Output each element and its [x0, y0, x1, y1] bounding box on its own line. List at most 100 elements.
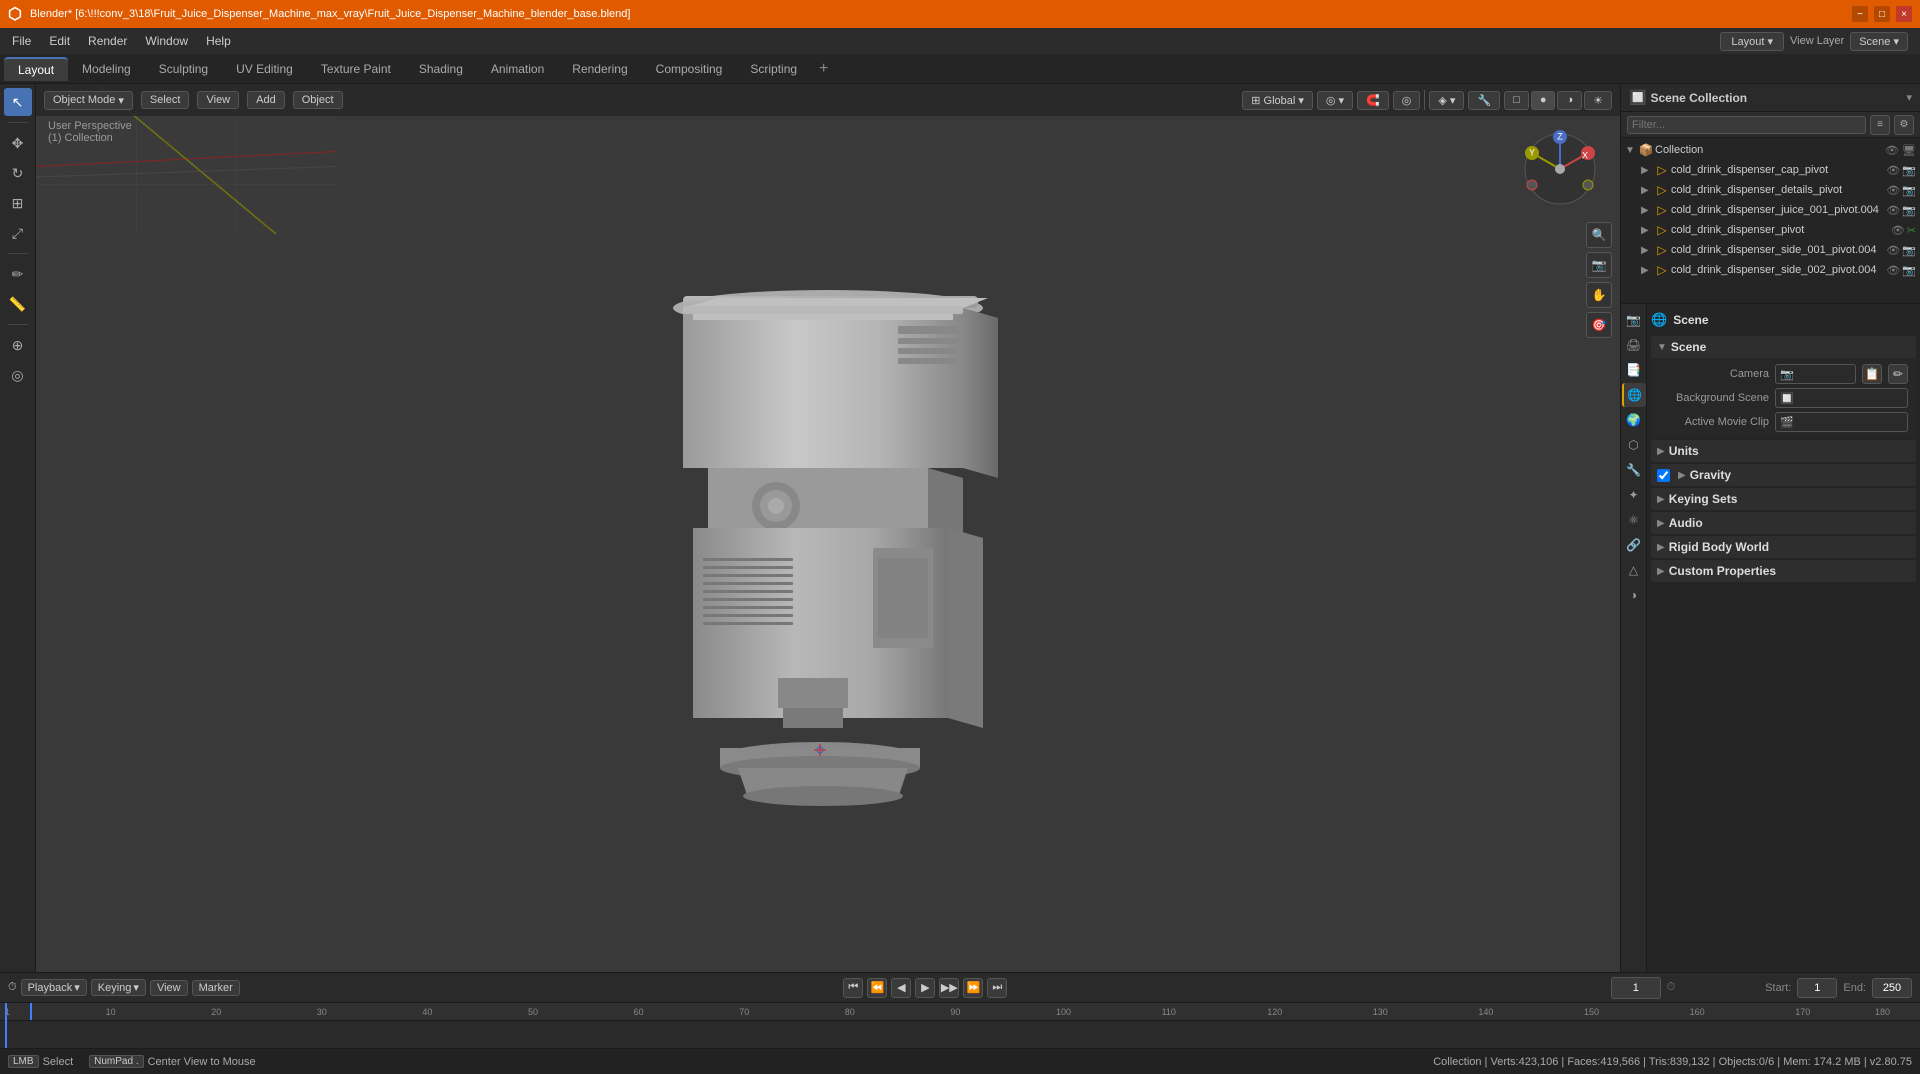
outliner-item-collection[interactable]: ▼ 📦 Collection 👁 🖥 [1621, 140, 1920, 160]
mode-select[interactable]: Object Mode ▾ [44, 91, 133, 110]
jump-start[interactable]: ⏮ [843, 978, 863, 998]
props-tab-object[interactable]: ⬡ [1622, 433, 1646, 457]
tab-sculpting[interactable]: Sculpting [145, 58, 222, 80]
menu-help[interactable]: Help [198, 32, 239, 50]
vis-render-1[interactable]: 📷 [1902, 184, 1916, 197]
props-tab-particles[interactable]: ✦ [1622, 483, 1646, 507]
vis-eye-1[interactable]: 👁 [1886, 184, 1900, 197]
vis-render-5[interactable]: 📷 [1902, 264, 1916, 277]
bg-scene-value[interactable]: 🔲 [1775, 388, 1908, 408]
jump-end[interactable]: ⏭ [987, 978, 1007, 998]
props-gravity-header[interactable]: ▶ Gravity [1651, 464, 1916, 486]
menu-window[interactable]: Window [137, 32, 196, 50]
camera-value[interactable]: 📷 [1775, 364, 1856, 384]
tab-add-button[interactable]: + [811, 56, 836, 82]
outliner-search[interactable] [1627, 116, 1866, 134]
props-tab-physics[interactable]: ⚛ [1622, 508, 1646, 532]
vis-render-3[interactable]: ✂ [1907, 224, 1916, 237]
props-tab-material[interactable]: ◑ [1622, 583, 1646, 607]
wireframe-mode[interactable]: □ [1504, 91, 1529, 110]
props-tab-data[interactable]: △ [1622, 558, 1646, 582]
material-mode[interactable]: ◑ [1557, 91, 1582, 110]
tab-modeling[interactable]: Modeling [68, 58, 145, 80]
props-tab-modifiers[interactable]: 🔧 [1622, 458, 1646, 482]
viewport-object-button[interactable]: Object [293, 91, 343, 109]
outliner-item-2[interactable]: ▶ ▷ cold_drink_dispenser_juice_001_pivot… [1621, 200, 1920, 220]
props-units-header[interactable]: ▶ Units [1651, 440, 1916, 462]
vis-render-2[interactable]: 📷 [1902, 204, 1916, 217]
outliner-filter[interactable]: ▾ [1906, 91, 1912, 104]
props-tab-output[interactable]: 🖨 [1622, 333, 1646, 357]
tool-add[interactable]: ⊕ [4, 331, 32, 359]
outliner-filter-btn[interactable]: ≡ [1870, 115, 1890, 135]
playback-button[interactable]: Playback ▾ [21, 979, 87, 996]
tool-select[interactable]: ↖ [4, 88, 32, 116]
props-custom-props-header[interactable]: ▶ Custom Properties [1651, 560, 1916, 582]
layout-dropdown[interactable]: Layout ▾ [1720, 32, 1784, 51]
global-transform[interactable]: ⊞ Global ▾ [1242, 91, 1313, 110]
props-keying-header[interactable]: ▶ Keying Sets [1651, 488, 1916, 510]
props-tab-viewlayer[interactable]: 📑 [1622, 358, 1646, 382]
tab-texture-paint[interactable]: Texture Paint [307, 58, 405, 80]
tool-rotate[interactable]: ↻ [4, 159, 32, 187]
timeline-body[interactable] [0, 1021, 1920, 1048]
pivot-point[interactable]: ◎ ▾ [1317, 91, 1353, 110]
vis-eye-3[interactable]: 👁 [1891, 224, 1905, 237]
tab-uv-editing[interactable]: UV Editing [222, 58, 307, 80]
props-section-scene-header[interactable]: ▼ Scene [1651, 336, 1916, 358]
close-button[interactable]: × [1896, 6, 1912, 22]
camera-browse[interactable]: 📋 [1862, 364, 1882, 384]
tool-annotate[interactable]: ✏ [4, 260, 32, 288]
props-tab-scene[interactable]: 🌐 [1622, 383, 1646, 407]
view-button[interactable]: View [150, 980, 188, 996]
outliner-item-0[interactable]: ▶ ▷ cold_drink_dispenser_cap_pivot 👁 📷 [1621, 160, 1920, 180]
vis-eye-4[interactable]: 👁 [1886, 244, 1900, 257]
vis-eye-2[interactable]: 👁 [1886, 204, 1900, 217]
tab-shading[interactable]: Shading [405, 58, 477, 80]
vis-eye-0[interactable]: 👁 [1886, 164, 1900, 177]
3d-viewport[interactable]: Object Mode ▾ Select View Add Object ⊞ G… [36, 84, 1620, 972]
outliner-settings-btn[interactable]: ⚙ [1894, 115, 1914, 135]
solid-mode[interactable]: ● [1531, 91, 1556, 110]
zoom-in[interactable]: 🔍 [1586, 222, 1612, 248]
gizmo-toggle[interactable]: 🔧 [1468, 91, 1500, 110]
timeline-scrubber[interactable] [30, 1003, 32, 1020]
fly-mode[interactable]: 🎯 [1586, 312, 1612, 338]
tab-rendering[interactable]: Rendering [558, 58, 641, 80]
props-tab-world[interactable]: 🌍 [1622, 408, 1646, 432]
tab-scripting[interactable]: Scripting [736, 58, 811, 80]
viewport-overlays[interactable]: ◈ ▾ [1429, 91, 1464, 110]
gravity-checkbox[interactable] [1657, 469, 1670, 482]
viewport-add-button[interactable]: Add [247, 91, 285, 109]
snap-toggle[interactable]: 🧲 [1357, 91, 1389, 110]
tool-measure[interactable]: 📏 [4, 290, 32, 318]
tab-compositing[interactable]: Compositing [642, 58, 737, 80]
proportional-edit[interactable]: ◎ [1393, 91, 1421, 110]
outliner-item-1[interactable]: ▶ ▷ cold_drink_dispenser_details_pivot 👁… [1621, 180, 1920, 200]
movie-clip-value[interactable]: 🎬 [1775, 412, 1908, 432]
scene-dropdown[interactable]: Scene ▾ [1850, 32, 1908, 51]
tool-move[interactable]: ✥ [4, 129, 32, 157]
marker-button[interactable]: Marker [192, 980, 240, 996]
keying-button[interactable]: Keying ▾ [91, 979, 146, 996]
props-audio-header[interactable]: ▶ Audio [1651, 512, 1916, 534]
prev-frame[interactable]: ◀ [891, 978, 911, 998]
render-mode[interactable]: ☀ [1584, 91, 1612, 110]
start-frame-input[interactable]: 1 [1797, 978, 1837, 998]
props-rigid-body-header[interactable]: ▶ Rigid Body World [1651, 536, 1916, 558]
vis-eye-5[interactable]: 👁 [1886, 264, 1900, 277]
outliner-item-5[interactable]: ▶ ▷ cold_drink_dispenser_side_002_pivot.… [1621, 260, 1920, 280]
camera-view[interactable]: 📷 [1586, 252, 1612, 278]
outliner-item-3[interactable]: ▶ ▷ cold_drink_dispenser_pivot 👁 ✂ [1621, 220, 1920, 240]
props-tab-constraints[interactable]: 🔗 [1622, 533, 1646, 557]
props-tab-render[interactable]: 📷 [1622, 308, 1646, 332]
tool-cursor[interactable]: ◎ [4, 361, 32, 389]
prev-keyframe[interactable]: ⏪ [867, 978, 887, 998]
viewport-view-button[interactable]: View [197, 91, 239, 109]
tool-transform[interactable]: ⤢ [4, 219, 32, 247]
next-frame[interactable]: ▶▶ [939, 978, 959, 998]
tab-animation[interactable]: Animation [477, 58, 558, 80]
current-frame-input[interactable]: 1 [1611, 977, 1661, 999]
vis-render-4[interactable]: 📷 [1902, 244, 1916, 257]
menu-file[interactable]: File [4, 32, 39, 50]
